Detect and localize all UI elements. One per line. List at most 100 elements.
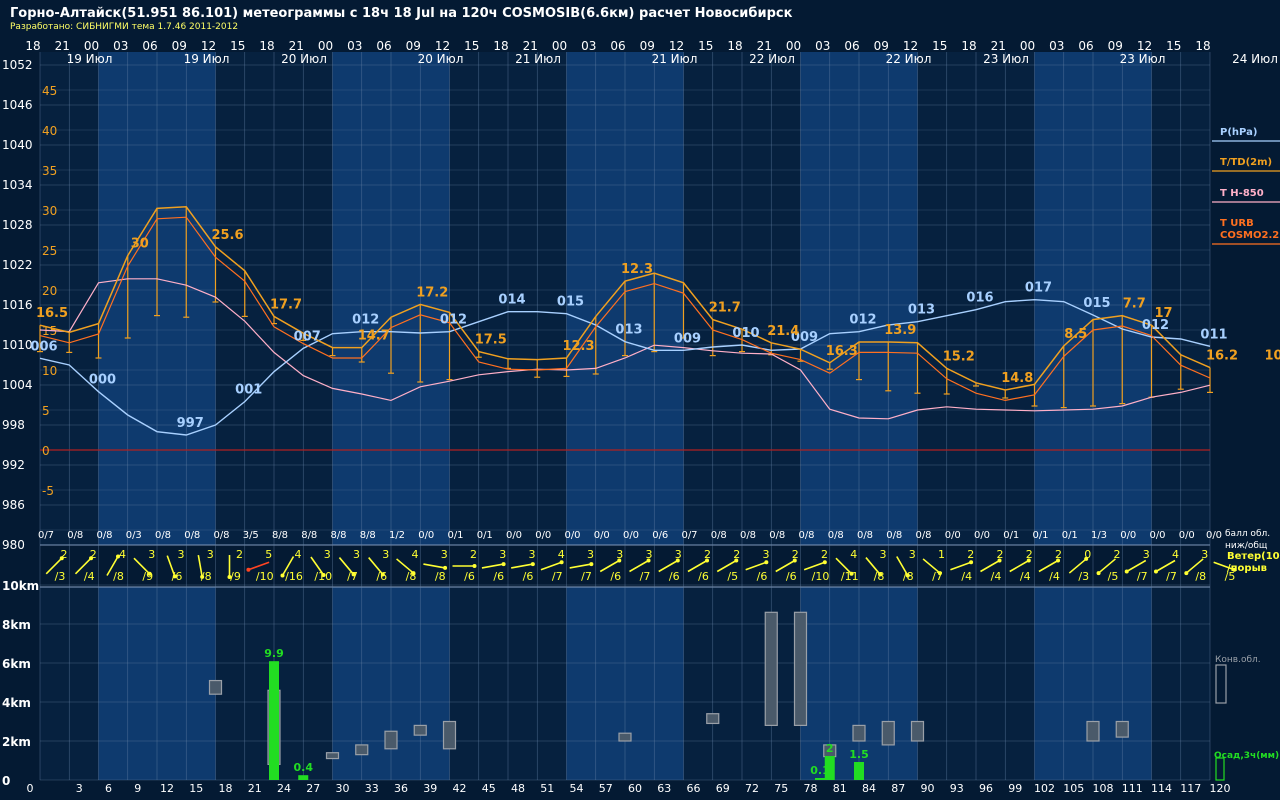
forecast-hour-label: 24 (277, 782, 291, 795)
precip-bar (824, 756, 835, 780)
pressure-tick-label: 1028 (2, 218, 33, 232)
temperature-tick-label: 5 (42, 404, 50, 418)
hour-tick-label: 03 (113, 39, 128, 53)
temperature-data-label: 17.5 (475, 333, 507, 348)
cloud-cover-label: 0/8 (711, 530, 727, 541)
convective-cloud-bar (793, 611, 808, 726)
date-label: 24 Июл (1232, 52, 1278, 66)
legend-label: T H-850 (1220, 188, 1264, 199)
forecast-hour-label: 9 (134, 782, 141, 795)
hour-tick-label: 12 (903, 39, 918, 53)
convective-cloud-bar (910, 720, 925, 742)
cloud-cover-label: 1/2 (389, 530, 405, 541)
temperature-data-label: 25.6 (211, 228, 243, 243)
hour-tick-label: 18 (1195, 39, 1210, 53)
cloud-cover-label: 0/0 (1149, 530, 1165, 541)
wind-speed-label: 4 (119, 548, 126, 561)
wind-gust-label: /6 (464, 570, 475, 583)
wind-gust-label: /6 (610, 570, 621, 583)
wind-speed-label: 3 (675, 548, 682, 561)
convective-cloud-bar (413, 724, 427, 736)
cloud-cover-label: 0/0 (1206, 530, 1222, 541)
pressure-data-label: 012 (352, 313, 379, 328)
wind-speed-label: 2 (792, 548, 799, 561)
wind-speed-label: 2 (704, 548, 711, 561)
forecast-hour-label: 105 (1063, 782, 1084, 795)
forecast-hour-label: 54 (570, 782, 584, 795)
forecast-hour-label: 93 (950, 782, 964, 795)
cloud-cover-label: 0/8 (740, 530, 756, 541)
temperature-tick-label: -5 (42, 484, 54, 498)
hour-tick-label: 18 (727, 39, 742, 53)
wind-gust-label: /16 (285, 570, 303, 583)
wind-gust-label: /8 (113, 570, 124, 583)
precip-bar (854, 762, 864, 780)
wind-speed-label: 3 (763, 548, 770, 561)
wind-gust-label: /8 (201, 570, 212, 583)
wind-axis-label: Ветер(10м) (1227, 551, 1280, 562)
cloud-cover-label: 0/0 (594, 530, 610, 541)
pressure-data-label: 007 (294, 329, 321, 344)
wind-gust-label: /6 (757, 570, 768, 583)
forecast-hour-label: 3 (76, 782, 83, 795)
hour-tick-label: 09 (640, 39, 655, 53)
wind-gust-label: /4 (961, 570, 972, 583)
convective-cloud-axis-label: Конв.обл. (1215, 655, 1261, 665)
cloud-cover-label: 0/8 (184, 530, 200, 541)
date-label: 19 Июл (184, 52, 230, 66)
wind-gust-label: /10 (256, 570, 274, 583)
wind-gust-label: /6 (698, 570, 709, 583)
height-tick-label: 4km (2, 696, 31, 710)
hour-tick-label: 09 (172, 39, 187, 53)
temperature-tick-label: 25 (42, 244, 57, 258)
cloud-cover-label: 0/8 (67, 530, 83, 541)
forecast-hour-label: 39 (423, 782, 437, 795)
wind-arrow-head (1096, 571, 1101, 576)
wind-speed-label: 3 (441, 548, 448, 561)
temperature-tick-label: 40 (42, 124, 57, 138)
forecast-hour-label: 6 (105, 782, 112, 795)
forecast-hour-label: 57 (599, 782, 613, 795)
wind-gust-label: /6 (172, 570, 183, 583)
hour-tick-label: 12 (669, 39, 684, 53)
wind-gust-label: /7 (552, 570, 563, 583)
hour-tick-label: 00 (84, 39, 99, 53)
forecast-hour-label: 96 (979, 782, 993, 795)
cloud-cover-label: 0/0 (1179, 530, 1195, 541)
wind-gust-label: /7 (640, 570, 651, 583)
wind-gust-label: /10 (314, 570, 332, 583)
temperature-data-label: 21.7 (709, 301, 741, 316)
cloud-cover-label: 8/8 (301, 530, 317, 541)
cloud-cover-axis-label: ниж/общ (1225, 541, 1268, 551)
cloud-cover-label: 8/8 (272, 530, 288, 541)
temperature-tick-label: 0 (42, 444, 50, 458)
legend-label: COSMO2.2 (1220, 230, 1279, 241)
hour-tick-label: 09 (406, 39, 421, 53)
temperature-data-label: 17.7 (270, 297, 302, 312)
wind-speed-label: 3 (616, 548, 623, 561)
cloud-cover-label: 0/8 (886, 530, 902, 541)
cloud-cover-label: 0/7 (681, 530, 697, 541)
wind-speed-label: 3 (499, 548, 506, 561)
temperature-data-label: 12.3 (562, 339, 594, 354)
temperature-data-label: 21.4 (767, 324, 799, 339)
wind-gust-label: /4 (1049, 570, 1060, 583)
pressure-data-label: 015 (1083, 296, 1110, 311)
pressure-tick-label: 986 (2, 498, 25, 512)
temperature-tick-label: 30 (42, 204, 57, 218)
forecast-hour-label: 102 (1034, 782, 1055, 795)
hour-tick-label: 06 (610, 39, 625, 53)
temperature-data-label: 13.9 (884, 323, 916, 338)
convective-cloud-bar (852, 724, 866, 742)
cloud-cover-label: 0/3 (126, 530, 142, 541)
forecast-hour-label: 90 (921, 782, 935, 795)
forecast-hour-label: 27 (306, 782, 320, 795)
hour-tick-label: 15 (464, 39, 479, 53)
forecast-hour-label: 78 (804, 782, 818, 795)
wind-speed-label: 3 (178, 548, 185, 561)
pressure-tick-label: 980 (2, 538, 25, 552)
convective-cloud-bar (618, 732, 632, 742)
forecast-hour-label: 99 (1008, 782, 1022, 795)
wind-speed-label: 4 (558, 548, 565, 561)
hour-tick-label: 06 (1078, 39, 1093, 53)
